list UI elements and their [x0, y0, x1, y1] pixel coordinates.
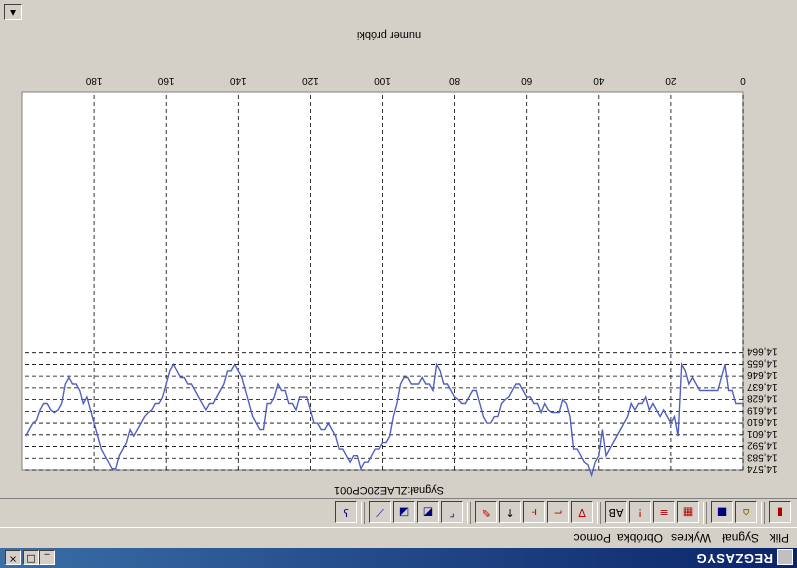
zoom-in-icon[interactable]: ◩: [417, 501, 439, 523]
zoom-reset-icon[interactable]: ⟋: [369, 501, 391, 523]
menu-sygnal[interactable]: Sygnał: [722, 531, 759, 545]
zoom-out-icon[interactable]: ◪: [393, 501, 415, 523]
step-icon[interactable]: ⌐: [547, 501, 569, 523]
y-tick-label: 14,574: [747, 463, 778, 474]
close-button[interactable]: ×: [5, 550, 21, 565]
alert-icon[interactable]: !: [629, 501, 651, 523]
toolbar-separator: [761, 502, 765, 524]
y-tick-label: 14,628: [747, 393, 778, 404]
x-tick-label: 140: [230, 75, 247, 86]
x-tick-label: 100: [374, 75, 391, 86]
filter-icon[interactable]: ∇: [571, 501, 593, 523]
y-tick-label: 14,646: [747, 369, 778, 380]
x-tick-label: 180: [85, 75, 102, 86]
y-tick-label: 14,655: [747, 357, 778, 368]
y-tick-label: 14,637: [747, 381, 778, 392]
y-tick-label: 14,592: [747, 440, 778, 451]
title-bar: REGZASYG _ □ ×: [0, 548, 797, 568]
minimize-button[interactable]: _: [39, 550, 55, 565]
chart-panel: Sygnał:ZLAE20CP001 14,574 14,583 14,592 14,…: [0, 0, 797, 498]
grid-icon[interactable]: ≡: [653, 501, 675, 523]
y-tick-label: 14,601: [747, 428, 778, 439]
y-tick-label: 14,610: [747, 416, 778, 427]
app-window: REGZASYG _ □ × Plik Sygnał Wykres Obróbk…: [0, 0, 797, 568]
x-tick-label: 0: [740, 75, 746, 86]
toolbar: ▮ ⌂ ■ ▦ ≡! AB ∇ ⌐ ⱶ ↑ ✎ ⌜ ◩ ◪ ⟋ ʖ: [0, 498, 797, 528]
menu-obrobka[interactable]: Obróbka: [617, 531, 663, 545]
zoom-window-icon[interactable]: ⌜: [441, 501, 463, 523]
chart-settings-icon[interactable]: ▦: [677, 501, 699, 523]
menu-pomoc[interactable]: Pomoc: [574, 531, 611, 545]
line-chart: Sygnał:ZLAE20CP001 14,57414,58314,59214,…: [0, 0, 797, 498]
menu-wykres[interactable]: Wykres: [671, 531, 711, 545]
ab-compare-icon[interactable]: AB: [605, 501, 627, 523]
y-tick-label: 14,664: [747, 346, 778, 357]
menu-plik[interactable]: Plik: [770, 531, 789, 545]
x-axis-label: numer próbki: [357, 29, 421, 41]
pin-icon[interactable]: ✎: [475, 501, 497, 523]
x-tick-label: 20: [665, 75, 677, 86]
chart-title: Sygnał:ZLAE20CP001: [334, 484, 444, 496]
open-folder-icon[interactable]: ⌂: [735, 501, 757, 523]
x-tick-label: 40: [593, 75, 605, 86]
y-tick-label: 14,583: [747, 451, 778, 462]
exit-icon[interactable]: ▮: [769, 501, 791, 523]
toolbar-separator: [361, 502, 365, 524]
y-tick-label: 14,619: [747, 404, 778, 415]
toolbar-separator: [703, 502, 707, 524]
x-tick-label: 120: [302, 75, 319, 86]
help-icon[interactable]: ʖ: [335, 501, 357, 523]
toolbar-separator: [467, 502, 471, 524]
marker-icon[interactable]: ⱶ: [523, 501, 545, 523]
app-icon: [777, 549, 793, 565]
toolbar-separator: [597, 502, 601, 524]
scroll-up-button[interactable]: ▲: [4, 4, 22, 20]
up-arrow-icon[interactable]: ↑: [499, 501, 521, 523]
maximize-button[interactable]: □: [23, 550, 39, 565]
menu-bar: Plik Sygnał Wykres Obróbka Pomoc: [0, 528, 797, 548]
x-tick-label: 60: [521, 75, 533, 86]
window-title: REGZASYG: [696, 551, 773, 566]
save-icon[interactable]: ■: [711, 501, 733, 523]
x-tick-label: 80: [449, 75, 461, 86]
x-tick-label: 160: [157, 75, 174, 86]
